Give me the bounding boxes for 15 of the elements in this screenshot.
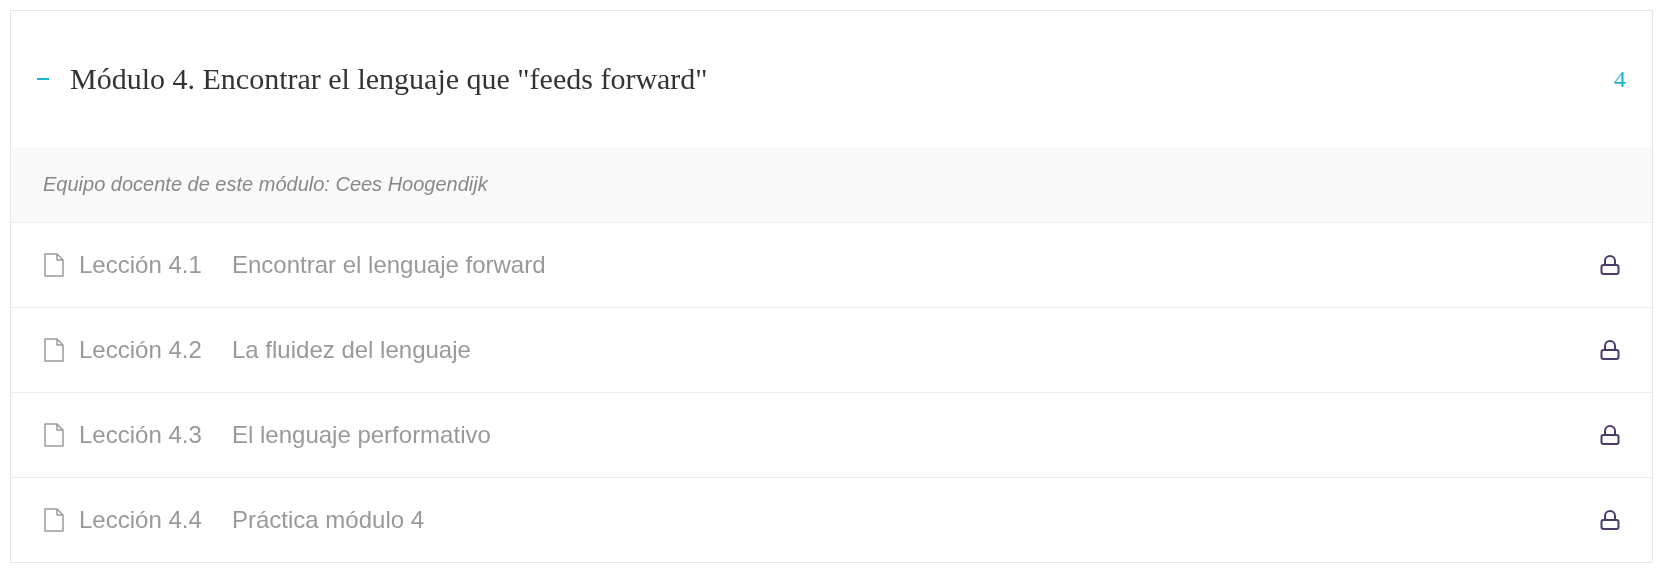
document-icon (43, 423, 65, 447)
lesson-title[interactable]: La fluidez del lenguaje (232, 336, 1600, 364)
lesson-number: Lección 4.4 (79, 506, 203, 534)
document-icon (43, 253, 65, 277)
lesson-title[interactable]: Práctica módulo 4 (232, 506, 1600, 534)
lesson-number: Lección 4.1 (79, 251, 203, 279)
module-title[interactable]: Módulo 4. Encontrar el lenguaje que "feeds forward" (70, 62, 1614, 96)
lesson-count: 4 (1614, 65, 1626, 93)
document-icon (43, 508, 65, 532)
lesson-title[interactable]: El lenguaje performativo (232, 421, 1600, 449)
lesson-number: Lección 4.2 (79, 336, 203, 364)
lesson-number: Lección 4.3 (79, 421, 203, 449)
lesson-title[interactable]: Encontrar el lenguaje forward (232, 251, 1600, 279)
document-icon (43, 338, 65, 362)
instructors-text: Equipo docente de este módulo: Cees Hoogendijk (43, 173, 488, 196)
